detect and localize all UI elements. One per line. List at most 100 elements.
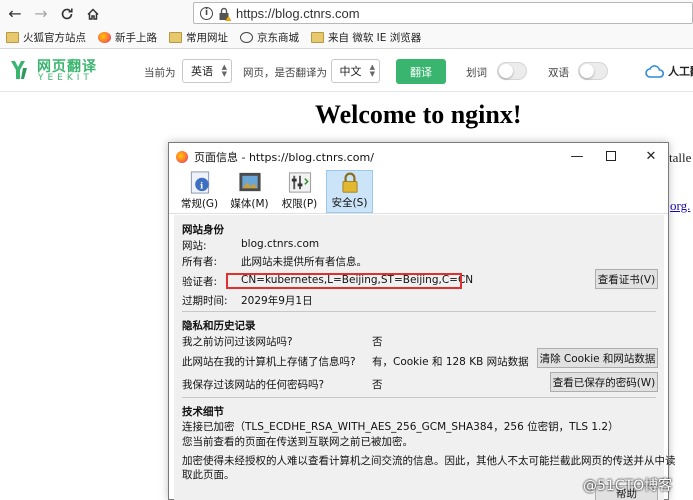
tab-label: 安全(S) xyxy=(331,197,368,209)
folder-icon xyxy=(311,32,324,43)
cloud-icon xyxy=(645,65,665,78)
encryption-note: 您当前查看的页面在传送到互联网之前已被加密。 xyxy=(182,436,413,448)
owner-label: 所有者: xyxy=(182,256,218,268)
permissions-icon xyxy=(288,172,311,193)
password-question: 我保存过该网站的任何密码吗? xyxy=(182,379,325,391)
bookmark-item[interactable]: 京东商城 xyxy=(240,30,299,45)
dialog-titlebar: 页面信息 - https://blog.ctnrs.com/ xyxy=(169,143,668,170)
maximize-button[interactable] xyxy=(596,146,626,166)
spinner-arrows-icon: ▲ ▼ xyxy=(369,63,375,78)
bookmark-label: 京东商城 xyxy=(257,32,299,44)
bookmark-item[interactable]: 来自 微软 IE 浏览器 xyxy=(311,30,421,45)
toggle-knob xyxy=(580,64,594,78)
dialog-tabs: i 常规(G) 媒体(M) 权限(P) 安全(S) xyxy=(169,170,668,214)
verifier-label: 验证者: xyxy=(182,276,218,288)
source-lang-select[interactable]: 英语 ▲ ▼ xyxy=(182,59,232,83)
target-lang-value: 中文 xyxy=(339,65,362,78)
section-divider xyxy=(182,311,656,312)
url-bar[interactable]: i https://blog.ctnrs.com xyxy=(193,2,693,24)
bookmark-label: 常用网址 xyxy=(186,32,228,44)
highlight-annotation-box xyxy=(226,273,462,289)
browser-toolbar: ← → i https://blog.ctnrs.com xyxy=(0,0,693,27)
general-info-icon: i xyxy=(190,171,209,194)
page-link-fragment[interactable]: org. xyxy=(670,198,690,214)
translate-button[interactable]: 翻译 xyxy=(396,59,446,84)
page-text-fragment: talle xyxy=(669,150,692,165)
spinner-arrows-icon: ▲ ▼ xyxy=(221,63,227,78)
tab-general[interactable]: i 常规(G) xyxy=(176,170,223,213)
info-icon[interactable]: i xyxy=(200,6,213,20)
url-text: https://blog.ctnrs.com xyxy=(236,5,360,21)
view-certificate-button[interactable]: 查看证书(V) xyxy=(595,269,658,289)
visited-question: 我之前访问过该网站吗? xyxy=(182,336,293,348)
translate-question-label: 网页，是否翻译为 xyxy=(243,67,327,79)
globe-icon xyxy=(240,32,253,43)
firefox-icon xyxy=(98,32,111,43)
translate-bar: 网页翻译 YEEKIT 当前为 英语 ▲ ▼ 网页，是否翻译为 中文 ▲ ▼ 翻译 … xyxy=(0,50,693,92)
minimize-button[interactable]: — xyxy=(562,146,592,166)
yeekit-logo: 网页翻译 YEEKIT xyxy=(9,56,114,86)
back-button[interactable]: ← xyxy=(4,3,26,25)
privacy-heading: 隐私和历史记录 xyxy=(182,320,256,332)
bookmark-item[interactable]: 新手上路 xyxy=(98,30,157,45)
encryption-explanation-line1: 加密使得未经授权的人难以查看计算机之间交流的信息。因此，其他人不太可能拦截此网页… xyxy=(182,455,676,467)
tab-label: 常规(G) xyxy=(180,198,219,210)
bookmark-label: 火狐官方站点 xyxy=(23,32,86,44)
bilingual-toggle[interactable] xyxy=(578,62,608,80)
view-passwords-button[interactable]: 查看已保存的密码(W) xyxy=(550,372,658,392)
expiry-value: 2029年9月1日 xyxy=(241,295,313,307)
page-title: Welcome to nginx! xyxy=(315,100,522,129)
reload-icon xyxy=(61,8,73,19)
padlock-icon xyxy=(341,172,358,193)
stored-answer: 有，Cookie 和 128 KB 网站数据 xyxy=(372,356,529,368)
human-translate-link[interactable]: 人工翻 xyxy=(668,63,693,79)
toggle-knob xyxy=(499,64,513,78)
lock-warning-icon[interactable] xyxy=(218,7,232,21)
owner-value: 此网站未提供所有者信息。 xyxy=(241,256,367,268)
security-panel: 网站身份 网站: blog.ctnrs.com 所有者: 此网站未提供所有者信息… xyxy=(174,215,676,500)
highlight-label: 划词 xyxy=(466,67,487,79)
bookmark-label: 来自 微软 IE 浏览器 xyxy=(328,32,422,44)
forward-button[interactable]: → xyxy=(30,3,52,25)
site-value: blog.ctnrs.com xyxy=(241,238,320,250)
section-divider xyxy=(182,397,656,398)
visited-answer: 否 xyxy=(372,336,383,348)
reload-button[interactable] xyxy=(56,3,78,25)
stored-question: 此网站在我的计算机上存储了信息吗? xyxy=(182,356,356,368)
technical-heading: 技术细节 xyxy=(182,406,224,418)
tab-security[interactable]: 安全(S) xyxy=(326,170,373,213)
clear-cookies-button[interactable]: 清除 Cookie 和网站数据 xyxy=(537,348,658,368)
site-label: 网站: xyxy=(182,240,207,252)
bilingual-label: 双语 xyxy=(548,67,569,79)
tab-permissions[interactable]: 权限(P) xyxy=(276,170,323,213)
logo-en-text: YEEKIT xyxy=(38,73,93,83)
close-button[interactable]: ✕ xyxy=(636,146,666,166)
home-button[interactable] xyxy=(82,3,104,25)
folder-icon xyxy=(6,32,19,43)
bookmark-item[interactable]: 常用网址 xyxy=(169,30,228,45)
firefox-icon xyxy=(176,150,188,163)
tab-media[interactable]: 媒体(M) xyxy=(226,170,273,213)
bookmark-item[interactable]: 火狐官方站点 xyxy=(6,30,86,45)
encryption-details: 连接已加密（TLS_ECDHE_RSA_WITH_AES_256_GCM_SHA… xyxy=(182,421,619,433)
tab-label: 权限(P) xyxy=(281,198,318,210)
target-lang-select[interactable]: 中文 ▲ ▼ xyxy=(331,59,380,83)
dialog-title: 页面信息 - https://blog.ctnrs.com/ xyxy=(194,150,374,164)
source-lang-value: 英语 xyxy=(191,65,213,78)
media-icon xyxy=(238,172,261,192)
folder-icon xyxy=(169,32,182,43)
current-lang-label: 当前为 xyxy=(144,67,176,79)
yeekit-mark-icon xyxy=(11,61,27,79)
bookmark-label: 新手上路 xyxy=(115,32,157,44)
password-answer: 否 xyxy=(372,379,383,391)
expiry-label: 过期时间: xyxy=(182,295,228,307)
highlight-toggle[interactable] xyxy=(497,62,527,80)
watermark: @51CTO博客 xyxy=(583,478,673,494)
encryption-explanation-line2: 取此页面。 xyxy=(182,469,235,481)
home-icon xyxy=(87,7,99,20)
page-info-dialog: 页面信息 - https://blog.ctnrs.com/ — ✕ i 常规(… xyxy=(168,142,676,500)
identity-heading: 网站身份 xyxy=(182,224,224,236)
bookmarks-bar: 火狐官方站点 新手上路 常用网址 京东商城 来自 微软 IE 浏览器 xyxy=(0,27,693,49)
tab-label: 媒体(M) xyxy=(230,198,269,210)
maximize-icon xyxy=(606,151,616,161)
